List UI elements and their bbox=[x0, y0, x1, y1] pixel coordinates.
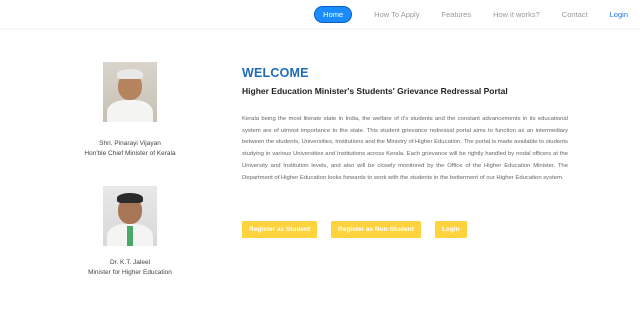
nav-item-features[interactable]: Features bbox=[441, 7, 471, 22]
chief-minister-name: Shri. Pinarayi Vijayan bbox=[99, 140, 161, 147]
welcome-heading: WELCOME bbox=[242, 66, 309, 80]
action-buttons: Register as Student Register as Non-Stud… bbox=[242, 221, 481, 238]
nav-item-login[interactable]: Login bbox=[610, 7, 628, 22]
nav-menu: Home How To Apply Features How it works?… bbox=[314, 6, 628, 23]
chief-minister-role: Hon'ble Chief Minister of Kerala bbox=[84, 150, 176, 157]
portal-title: Higher Education Minister's Students' Gr… bbox=[242, 86, 508, 96]
nav-item-contact[interactable]: Contact bbox=[562, 7, 588, 22]
page: Home How To Apply Features How it works?… bbox=[0, 0, 640, 313]
register-student-button[interactable]: Register as Student bbox=[242, 221, 318, 238]
education-minister-profile: Dr. K.T. Jaleel Minister for Higher Educ… bbox=[80, 186, 180, 276]
nav-item-how-to-apply[interactable]: How To Apply bbox=[374, 7, 419, 22]
navbar: Home How To Apply Features How it works?… bbox=[0, 0, 640, 28]
education-minister-role: Minister for Higher Education bbox=[88, 269, 172, 276]
login-button[interactable]: Login bbox=[434, 221, 467, 238]
education-minister-name: Dr. K.T. Jaleel bbox=[109, 259, 151, 266]
welcome-section: WELCOME Higher Education Minister's Stud… bbox=[242, 66, 568, 184]
chief-minister-photo bbox=[103, 62, 157, 122]
portal-description: Kerala being the most literate state in … bbox=[242, 116, 568, 181]
nav-item-how-it-works[interactable]: How it works? bbox=[493, 7, 540, 22]
education-minister-photo bbox=[103, 186, 157, 246]
chief-minister-profile: Shri. Pinarayi Vijayan Hon'ble Chief Min… bbox=[80, 62, 180, 157]
nav-item-home[interactable]: Home bbox=[314, 6, 353, 23]
register-non-student-button[interactable]: Register as Non-Student bbox=[331, 221, 421, 238]
